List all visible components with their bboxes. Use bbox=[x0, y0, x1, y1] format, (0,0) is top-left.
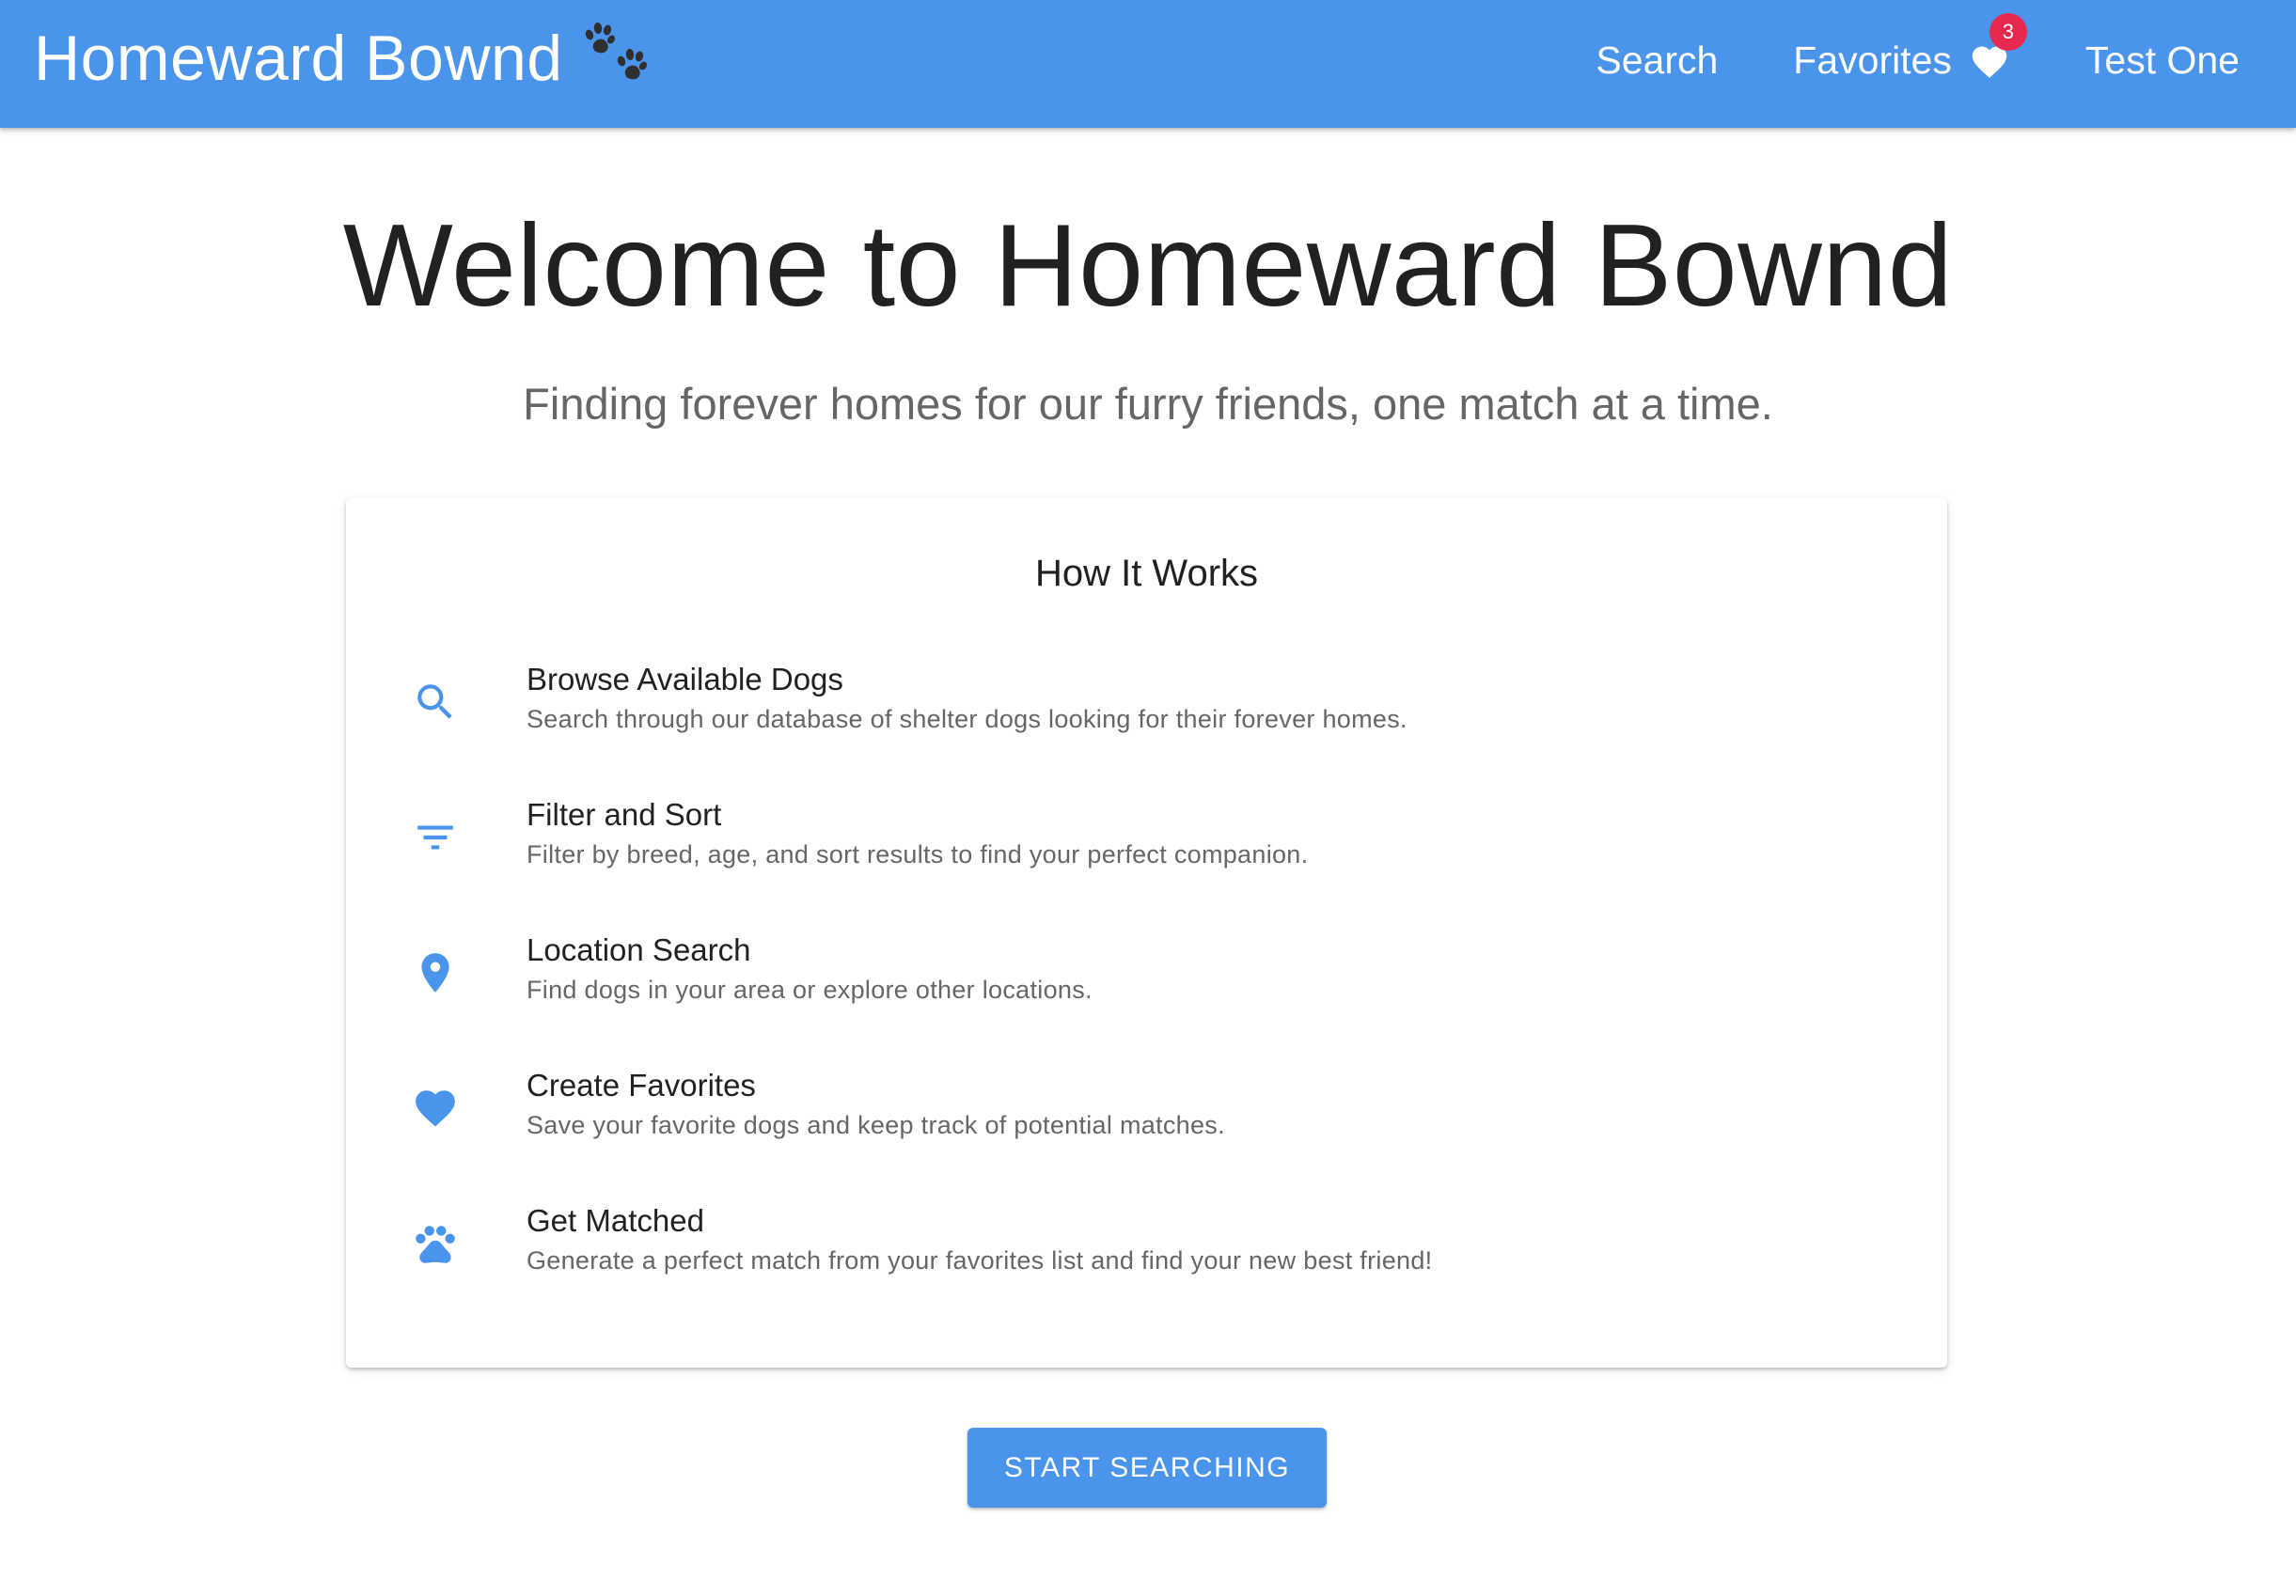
page-title: Welcome to Homeward Bownd bbox=[342, 201, 1954, 331]
step-description: Save your favorite dogs and keep track o… bbox=[527, 1111, 1225, 1139]
app-bar: Homeward Bownd Search Favorites 3 Test O… bbox=[0, 0, 2296, 128]
list-item: Create Favorites Save your favorite dogs… bbox=[346, 1068, 1947, 1171]
filter-icon bbox=[412, 814, 459, 861]
location-pin-icon bbox=[412, 949, 459, 996]
how-it-works-card: How It Works Browse Available Dogs Searc… bbox=[346, 498, 1947, 1368]
step-heading: Location Search bbox=[527, 932, 751, 967]
step-heading: Filter and Sort bbox=[527, 797, 722, 832]
paw-prints-icon bbox=[585, 23, 647, 80]
list-item: Location Search Find dogs in your area o… bbox=[346, 932, 1947, 1036]
start-searching-button[interactable]: START SEARCHING bbox=[967, 1428, 1327, 1508]
step-description: Search through our database of shelter d… bbox=[527, 705, 1407, 733]
paw-icon bbox=[412, 1220, 459, 1267]
brand-home-link[interactable]: Homeward Bownd bbox=[34, 0, 653, 117]
page-subtitle: Finding forever homes for our furry frie… bbox=[523, 379, 1773, 429]
favorites-indicator: 3 bbox=[1969, 13, 2027, 79]
step-description: Filter by breed, age, and sort results t… bbox=[527, 840, 1309, 868]
step-description: Generate a perfect match from your favor… bbox=[527, 1246, 1433, 1275]
brand-title: Homeward Bownd bbox=[34, 23, 563, 94]
step-heading: Create Favorites bbox=[527, 1068, 756, 1103]
nav-search-link[interactable]: Search bbox=[1596, 39, 1718, 83]
nav-user-menu[interactable]: Test One bbox=[2085, 39, 2240, 83]
favorites-count-badge: 3 bbox=[1989, 13, 2027, 51]
how-it-works-title: How It Works bbox=[1034, 553, 1259, 594]
list-item: Browse Available Dogs Search through our… bbox=[346, 662, 1947, 765]
step-description: Find dogs in your area or explore other … bbox=[527, 976, 1093, 1004]
nav-favorites-label: Favorites bbox=[1793, 38, 1952, 82]
main-nav: Search Favorites 3 Test One bbox=[1520, 0, 2240, 120]
list-item: Get Matched Generate a perfect match fro… bbox=[346, 1203, 1947, 1307]
step-heading: Browse Available Dogs bbox=[527, 662, 843, 696]
list-item: Filter and Sort Filter by breed, age, an… bbox=[346, 797, 1947, 900]
step-heading: Get Matched bbox=[527, 1203, 704, 1238]
heart-icon bbox=[412, 1085, 459, 1132]
search-icon bbox=[412, 679, 459, 726]
nav-favorites-link[interactable]: Favorites 3 bbox=[1793, 13, 2027, 83]
